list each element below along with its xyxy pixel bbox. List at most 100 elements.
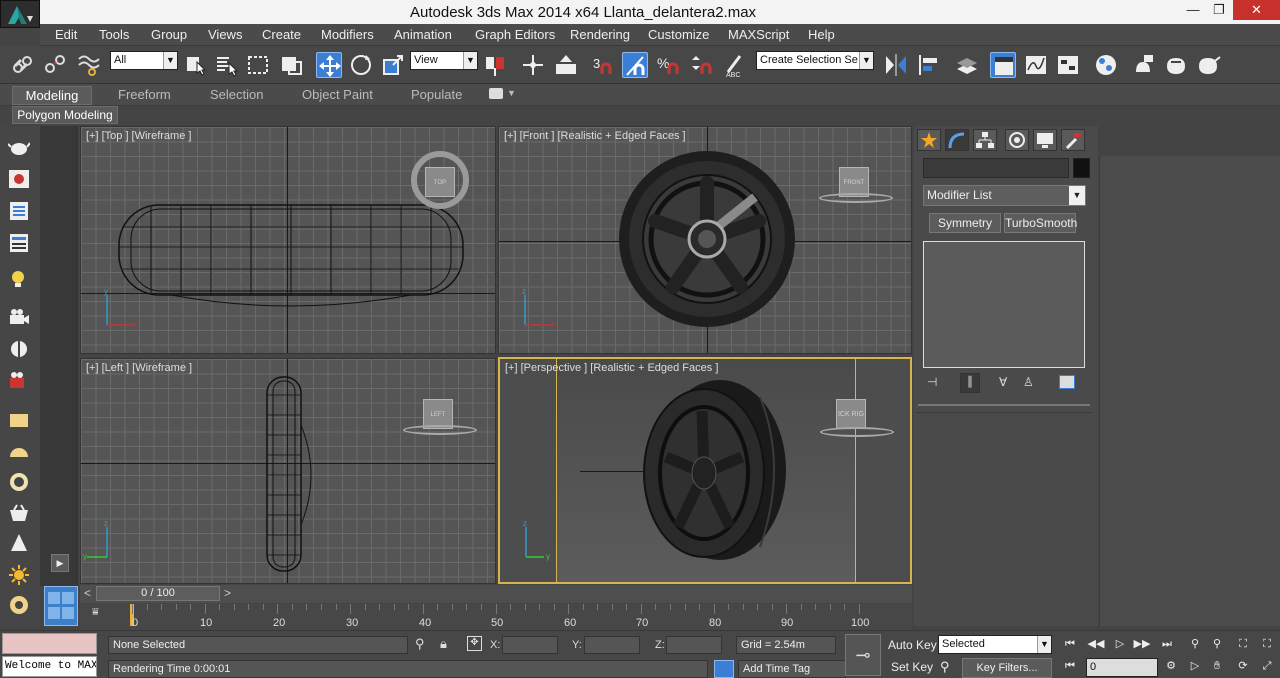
- menu-graph-editors[interactable]: Graph Editors: [475, 27, 555, 42]
- key-mode-dropdown[interactable]: Selected ▼: [938, 635, 1052, 654]
- add-time-tag-button[interactable]: Add Time Tag: [738, 660, 846, 678]
- chevron-down-icon[interactable]: ▼: [507, 88, 516, 98]
- select-and-scale-icon[interactable]: [381, 52, 407, 78]
- layer-manager-icon[interactable]: [954, 52, 980, 78]
- helper-icon[interactable]: [8, 338, 30, 360]
- time-configuration-icon[interactable]: ⚙︎: [1162, 657, 1180, 675]
- pan-view-icon[interactable]: ✋︎: [1208, 657, 1226, 675]
- edit-named-selection-icon[interactable]: ABC: [722, 52, 748, 79]
- track-bar[interactable]: ⩸ 0 10 20 30 40 50 60 70 80 90 100: [80, 604, 912, 630]
- close-button[interactable]: ✕: [1233, 0, 1280, 20]
- object-name-field[interactable]: [923, 158, 1069, 178]
- prev-frame-arrow-icon[interactable]: <: [84, 586, 91, 600]
- basket-icon[interactable]: [8, 502, 30, 524]
- maxscript-listener-output[interactable]: Welcome to MAXScript.: [2, 656, 97, 677]
- select-and-manipulate-icon[interactable]: [520, 52, 546, 78]
- key-filters-button[interactable]: Key Filters...: [962, 658, 1052, 678]
- time-tag-icon[interactable]: [714, 660, 734, 678]
- lock-selection-icon[interactable]: 🔒︎: [440, 636, 447, 652]
- scene-explorer-icon[interactable]: [8, 200, 30, 222]
- percent-snap-toggle-icon[interactable]: %: [655, 52, 681, 78]
- tab-modeling[interactable]: Modeling: [12, 86, 92, 105]
- auto-key-button[interactable]: Auto Key: [888, 638, 937, 652]
- select-and-rotate-icon[interactable]: [348, 52, 374, 78]
- menu-tools[interactable]: Tools: [99, 27, 129, 42]
- show-end-result-icon[interactable]: ∥: [960, 373, 980, 393]
- material-editor-icon[interactable]: [1093, 52, 1119, 78]
- hierarchy-tab-icon[interactable]: [973, 129, 997, 151]
- motion-tab-icon[interactable]: [1005, 129, 1029, 151]
- viewport-perspective[interactable]: ICK RIG zy [+] [Perspective ] [Realistic…: [498, 357, 912, 584]
- rectangular-selection-icon[interactable]: [246, 52, 272, 78]
- menu-modifiers[interactable]: Modifiers: [321, 27, 374, 42]
- viewport-left-label[interactable]: [+] [Left ] [Wireframe ]: [86, 362, 192, 374]
- unlink-icon[interactable]: [42, 52, 68, 78]
- graphite-modeling-tools-icon[interactable]: [990, 52, 1016, 78]
- z-coordinate-field[interactable]: [666, 636, 722, 654]
- tab-populate[interactable]: Populate: [411, 87, 462, 102]
- curve-editor-icon[interactable]: [1023, 52, 1049, 78]
- mirror-icon[interactable]: [883, 52, 909, 78]
- cone-icon[interactable]: [8, 532, 30, 554]
- viewcube-perspective[interactable]: ICK RIG: [836, 399, 866, 429]
- snaps-toggle-icon[interactable]: 3: [590, 52, 616, 78]
- box-icon[interactable]: [8, 409, 30, 431]
- modifier-list-dropdown[interactable]: Modifier List ▼: [923, 185, 1086, 206]
- make-unique-icon[interactable]: ∀: [999, 375, 1007, 389]
- field-of-view-icon[interactable]: ▷: [1186, 657, 1204, 675]
- expand-arrow-icon[interactable]: ▶: [51, 554, 69, 572]
- window-crossing-icon[interactable]: [279, 52, 305, 78]
- restore-button[interactable]: ❐: [1204, 0, 1234, 20]
- object-color-swatch[interactable]: [1073, 158, 1090, 178]
- zoom-extents-icon[interactable]: ⛶: [1234, 635, 1252, 653]
- menu-maxscript[interactable]: MAXScript: [728, 27, 789, 42]
- pin-stack-icon[interactable]: ⊣: [927, 375, 945, 391]
- configure-sets-icon[interactable]: [1059, 375, 1075, 389]
- light-bulb-icon[interactable]: [8, 268, 30, 290]
- maximize-viewport-icon[interactable]: ⤢: [1258, 657, 1276, 675]
- named-selection-sets-dropdown[interactable]: Create Selection Se ▼: [756, 51, 874, 70]
- orbit-icon[interactable]: ⟳: [1234, 657, 1252, 675]
- menu-animation[interactable]: Animation: [394, 27, 452, 42]
- sun-icon[interactable]: [8, 564, 30, 586]
- select-object-icon[interactable]: [183, 52, 209, 78]
- dome-icon[interactable]: [8, 440, 30, 462]
- viewport-top[interactable]: TOP yx [+] [Top ] [Wireframe ]: [80, 126, 496, 354]
- bind-spacewarp-icon[interactable]: [76, 52, 102, 78]
- viewport-layout-button[interactable]: [44, 586, 78, 626]
- turbosmooth-button[interactable]: TurboSmooth: [1004, 213, 1077, 233]
- go-to-end-icon[interactable]: ⏭: [1158, 635, 1176, 653]
- menu-customize[interactable]: Customize: [648, 27, 709, 42]
- render-setup-icon[interactable]: [1130, 52, 1156, 78]
- menu-edit[interactable]: Edit: [55, 27, 77, 42]
- selection-filter-dropdown[interactable]: All ▼: [110, 51, 178, 70]
- teapot-icon[interactable]: [7, 136, 31, 158]
- ribbon-options-icon[interactable]: [489, 88, 503, 99]
- schematic-view-icon[interactable]: [1055, 52, 1081, 78]
- render-production-icon[interactable]: [1196, 52, 1222, 78]
- tab-freeform[interactable]: Freeform: [118, 87, 171, 102]
- utilities-tab-icon[interactable]: [1061, 129, 1085, 151]
- app-logo-button[interactable]: [0, 0, 40, 28]
- zoom-icon[interactable]: ⚲: [1186, 635, 1204, 653]
- remove-modifier-icon[interactable]: ♙: [1023, 375, 1034, 389]
- angle-snap-toggle-icon[interactable]: [622, 52, 648, 78]
- modify-tab-icon[interactable]: [945, 129, 969, 151]
- render-icon[interactable]: [8, 168, 30, 190]
- current-frame-field[interactable]: 0: [1086, 658, 1158, 677]
- link-icon[interactable]: [10, 52, 36, 78]
- menu-group[interactable]: Group: [151, 27, 187, 42]
- use-pivot-center-icon[interactable]: [482, 52, 508, 78]
- tab-selection[interactable]: Selection: [210, 87, 263, 102]
- keyboard-shortcut-override-icon[interactable]: [553, 52, 579, 78]
- previous-frame-icon[interactable]: ◀◀: [1087, 635, 1105, 653]
- viewcube-top[interactable]: TOP: [425, 167, 455, 197]
- next-frame-icon[interactable]: ▶▶: [1133, 635, 1151, 653]
- isolate-selection-icon[interactable]: ⚲: [415, 636, 425, 652]
- mini-curve-editor-icon[interactable]: ⩸: [92, 606, 110, 622]
- set-key-icon[interactable]: ⊸: [845, 634, 881, 676]
- modifier-stack-list[interactable]: [923, 241, 1085, 368]
- time-slider-thumb[interactable]: 0 / 100: [96, 586, 220, 601]
- menu-rendering[interactable]: Rendering: [570, 27, 630, 42]
- zoom-all-icon[interactable]: ⚲: [1208, 635, 1226, 653]
